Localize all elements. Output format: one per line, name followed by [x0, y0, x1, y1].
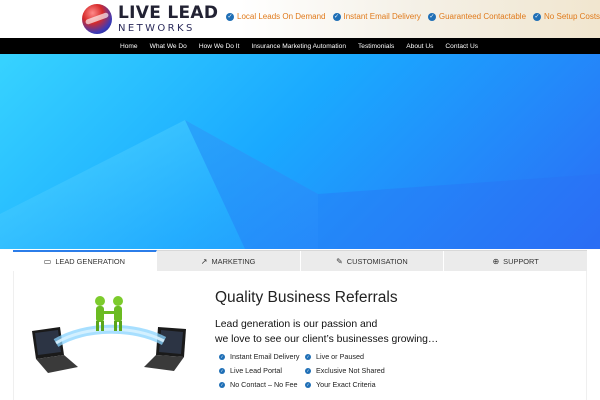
tab-label: SUPPORT: [503, 256, 539, 266]
nav-insurance-marketing-automation[interactable]: Insurance Marketing Automation: [245, 43, 352, 50]
tab-label: LEAD GENERATION: [55, 257, 125, 266]
nav-items: Home What We Do How We Do It Insurance M…: [114, 38, 484, 54]
logo-main-text: LIVE LEAD: [118, 2, 219, 23]
lifebuoy-icon: ⊕: [492, 256, 500, 266]
benefit-item: ✓ Instant Email Delivery: [219, 352, 305, 361]
content-title: Quality Business Referrals: [215, 289, 398, 306]
check-icon: ✓: [305, 381, 311, 388]
benefit-label: Live Lead Portal: [230, 366, 282, 375]
feature-item: ✓ Instant Email Delivery: [332, 12, 421, 21]
feature-label: No Setup Costs!: [544, 12, 600, 21]
benefit-label: Exclusive Not Shared: [316, 366, 385, 375]
edit-icon: ✎: [336, 256, 343, 266]
site-logo[interactable]: LIVE LEAD NETWORKS: [82, 3, 218, 35]
chart-icon: ↗: [200, 256, 208, 266]
tagline-line: we love to see our client’s businesses g…: [215, 333, 439, 345]
benefit-label: Instant Email Delivery: [230, 352, 300, 361]
feature-item: ✓ Guaranteed Contactable: [427, 12, 527, 21]
logo-sub-text: NETWORKS: [118, 22, 195, 34]
tab-label: MARKETING: [211, 256, 256, 266]
globe-logo-icon: [82, 4, 112, 34]
check-icon: ✓: [219, 353, 225, 360]
top-header: LIVE LEAD NETWORKS ✓ Local Leads On Dema…: [0, 0, 600, 38]
logo-text: LIVE LEAD NETWORKS: [118, 2, 219, 34]
nav-how-we-do-it[interactable]: How We Do It: [193, 43, 246, 50]
hero-banner: [0, 54, 600, 249]
benefit-item: ✓ Exclusive Not Shared: [305, 366, 415, 375]
feature-label: Local Leads On Demand: [237, 12, 326, 21]
feature-item: ✓ No Setup Costs!: [533, 12, 600, 21]
tab-customisation[interactable]: ✎ CUSTOMISATION: [301, 251, 445, 271]
page: LIVE LEAD NETWORKS ✓ Local Leads On Dema…: [0, 0, 600, 400]
nav-what-we-do[interactable]: What We Do: [144, 43, 193, 50]
check-icon: ✓: [332, 12, 341, 21]
nav-contact-us[interactable]: Contact Us: [439, 43, 484, 50]
check-icon: ✓: [427, 12, 436, 21]
feature-label: Instant Email Delivery: [343, 12, 421, 21]
benefit-label: Your Exact Criteria: [316, 380, 376, 389]
benefit-item: ✓ No Contact – No Fee: [219, 380, 305, 389]
tab-content-panel: Quality Business Referrals Lead generati…: [13, 271, 587, 400]
benefit-item: ✓ Live or Paused: [305, 352, 415, 361]
check-icon: ✓: [219, 381, 225, 388]
check-icon: ✓: [305, 353, 311, 360]
benefit-label: No Contact – No Fee: [230, 380, 298, 389]
benefit-label: Live or Paused: [316, 352, 364, 361]
check-icon: ✓: [305, 367, 311, 374]
check-icon: ✓: [533, 12, 542, 21]
laptop-icon: ▭: [43, 257, 52, 266]
feature-tabs: ▭ LEAD GENERATION ↗ MARKETING ✎ CUSTOMIS…: [13, 250, 587, 271]
nav-about-us[interactable]: About Us: [400, 43, 439, 50]
tab-lead-generation[interactable]: ▭ LEAD GENERATION: [13, 250, 157, 271]
tab-marketing[interactable]: ↗ MARKETING: [157, 251, 301, 271]
feature-list: ✓ Local Leads On Demand ✓ Instant Email …: [226, 12, 600, 21]
check-icon: ✓: [219, 367, 225, 374]
nav-home[interactable]: Home: [114, 43, 144, 50]
benefit-list: ✓ Instant Email Delivery ✓ Live or Paused …: [219, 352, 415, 389]
benefit-item: ✓ Your Exact Criteria: [305, 380, 415, 389]
tab-label: CUSTOMISATION: [346, 256, 408, 266]
laptops-handshake-illustration: [32, 296, 186, 373]
feature-label: Guaranteed Contactable: [438, 12, 527, 21]
tab-support[interactable]: ⊕ SUPPORT: [444, 251, 587, 271]
nav-testimonials[interactable]: Testimonials: [352, 43, 400, 50]
feature-item: ✓ Local Leads On Demand: [226, 12, 326, 21]
main-nav: Home What We Do How We Do It Insurance M…: [0, 38, 600, 54]
benefit-item: ✓ Live Lead Portal: [219, 366, 305, 375]
content-tagline: Lead generation is our passion and we lo…: [215, 318, 438, 347]
check-icon: ✓: [226, 12, 234, 21]
hero-geometric-shape: [0, 120, 600, 249]
tagline-line: Lead generation is our passion and: [215, 319, 378, 330]
